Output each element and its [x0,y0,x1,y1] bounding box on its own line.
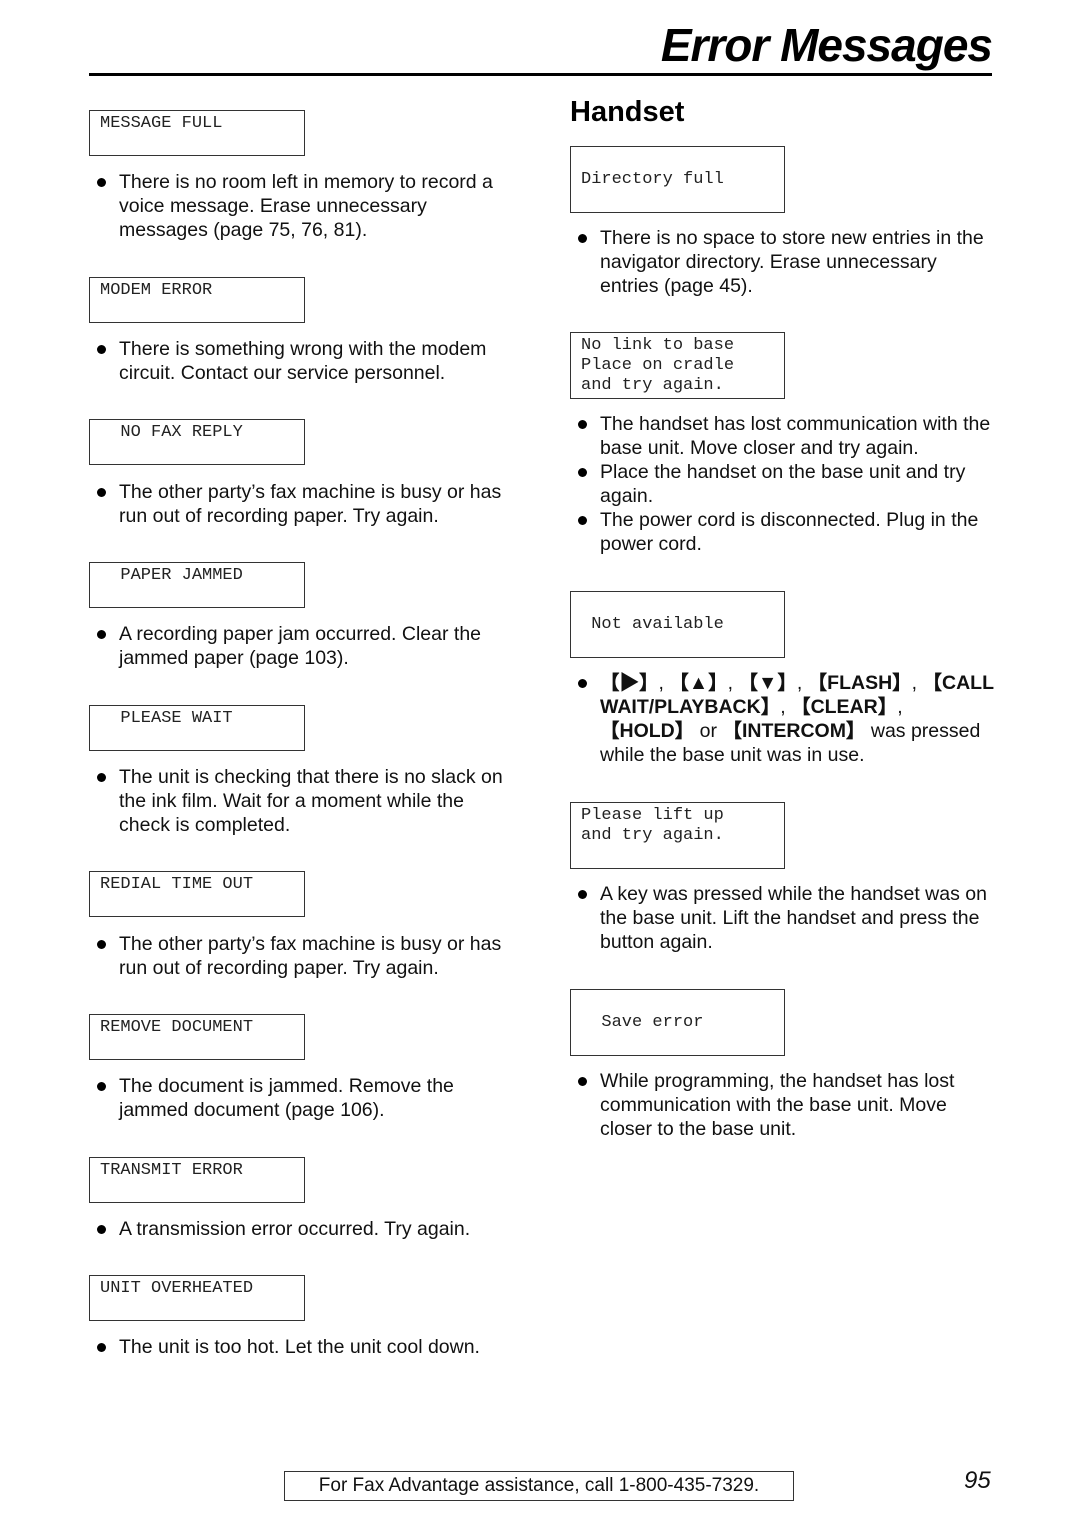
list-item: A transmission error occurred. Try again… [97,1217,517,1241]
bullet-list: There is no space to store new entries i… [578,226,998,298]
bullet-list: There is no room left in memory to recor… [97,170,517,242]
bullet-list: The other party’s fax machine is busy or… [97,932,517,980]
list-item: The other party’s fax machine is busy or… [97,480,517,528]
lcd-no-link-to-base: No link to base Place on cradle and try … [570,332,785,399]
key-intercom: 【INTERCOM】 [722,720,866,742]
bullet-list: The document is jammed. Remove the jamme… [97,1074,517,1122]
lcd-please-wait: PLEASE WAIT [89,705,305,751]
bullet-list: The unit is too hot. Let the unit cool d… [97,1335,517,1359]
list-item: Place the handset on the base unit and t… [578,460,998,508]
bullet-list: The other party’s fax machine is busy or… [97,480,517,528]
lcd-directory-full: Directory full [570,146,785,213]
list-item: The power cord is disconnected. Plug in … [578,508,998,556]
list-item: The document is jammed. Remove the jamme… [97,1074,517,1122]
list-item: A recording paper jam occurred. Clear th… [97,622,517,670]
section-heading-handset: Handset [570,96,685,128]
list-item: 【▶】, 【▲】, 【▼】, 【FLASH】, 【CALL WAIT/PLAYB… [578,671,998,767]
key-up-arrow: 【▲】 [669,672,728,694]
bullet-list: 【▶】, 【▲】, 【▼】, 【FLASH】, 【CALL WAIT/PLAYB… [578,671,998,767]
bullet-list: The unit is checking that there is no sl… [97,765,517,837]
key-hold: 【HOLD】 [600,720,695,742]
list-item: The unit is checking that there is no sl… [97,765,517,837]
lcd-unit-overheated: UNIT OVERHEATED [89,1275,305,1321]
key-flash: 【FLASH】 [807,672,912,694]
list-item: The other party’s fax machine is busy or… [97,932,517,980]
bullet-list: A transmission error occurred. Try again… [97,1217,517,1241]
list-item: A key was pressed while the handset was … [578,882,998,954]
bullet-list: There is something wrong with the modem … [97,337,517,385]
key-clear: 【CLEAR】 [791,696,898,718]
lcd-modem-error: MODEM ERROR [89,277,305,323]
lcd-no-fax-reply: NO FAX REPLY [89,419,305,465]
lcd-not-available: Not available [570,591,785,658]
list-item: The handset has lost communication with … [578,412,998,460]
lcd-redial-time-out: REDIAL TIME OUT [89,871,305,917]
bullet-list: A key was pressed while the handset was … [578,882,998,954]
list-item: The unit is too hot. Let the unit cool d… [97,1335,517,1359]
lcd-paper-jammed: PAPER JAMMED [89,562,305,608]
key-right-arrow: 【▶】 [600,672,659,694]
lcd-message-full: MESSAGE FULL [89,110,305,156]
page-title: Error Messages [660,19,993,71]
conjunction-text: or [694,720,723,742]
lcd-please-lift-up: Please lift up and try again. [570,802,785,869]
list-item: While programming, the handset has lost … [578,1069,998,1141]
lcd-transmit-error: TRANSMIT ERROR [89,1157,305,1203]
lcd-save-error: Save error [570,989,785,1056]
list-item: There is no space to store new entries i… [578,226,998,298]
title-divider [89,73,992,76]
bullet-list: The handset has lost communication with … [578,412,998,556]
list-item: There is something wrong with the modem … [97,337,517,385]
bullet-list: A recording paper jam occurred. Clear th… [97,622,517,670]
list-item: There is no room left in memory to recor… [97,170,517,242]
assistance-footer: For Fax Advantage assistance, call 1-800… [284,1471,794,1501]
key-down-arrow: 【▼】 [738,672,797,694]
lcd-remove-document: REMOVE DOCUMENT [89,1014,305,1060]
bullet-list: While programming, the handset has lost … [578,1069,998,1141]
page-number: 95 [964,1467,991,1494]
